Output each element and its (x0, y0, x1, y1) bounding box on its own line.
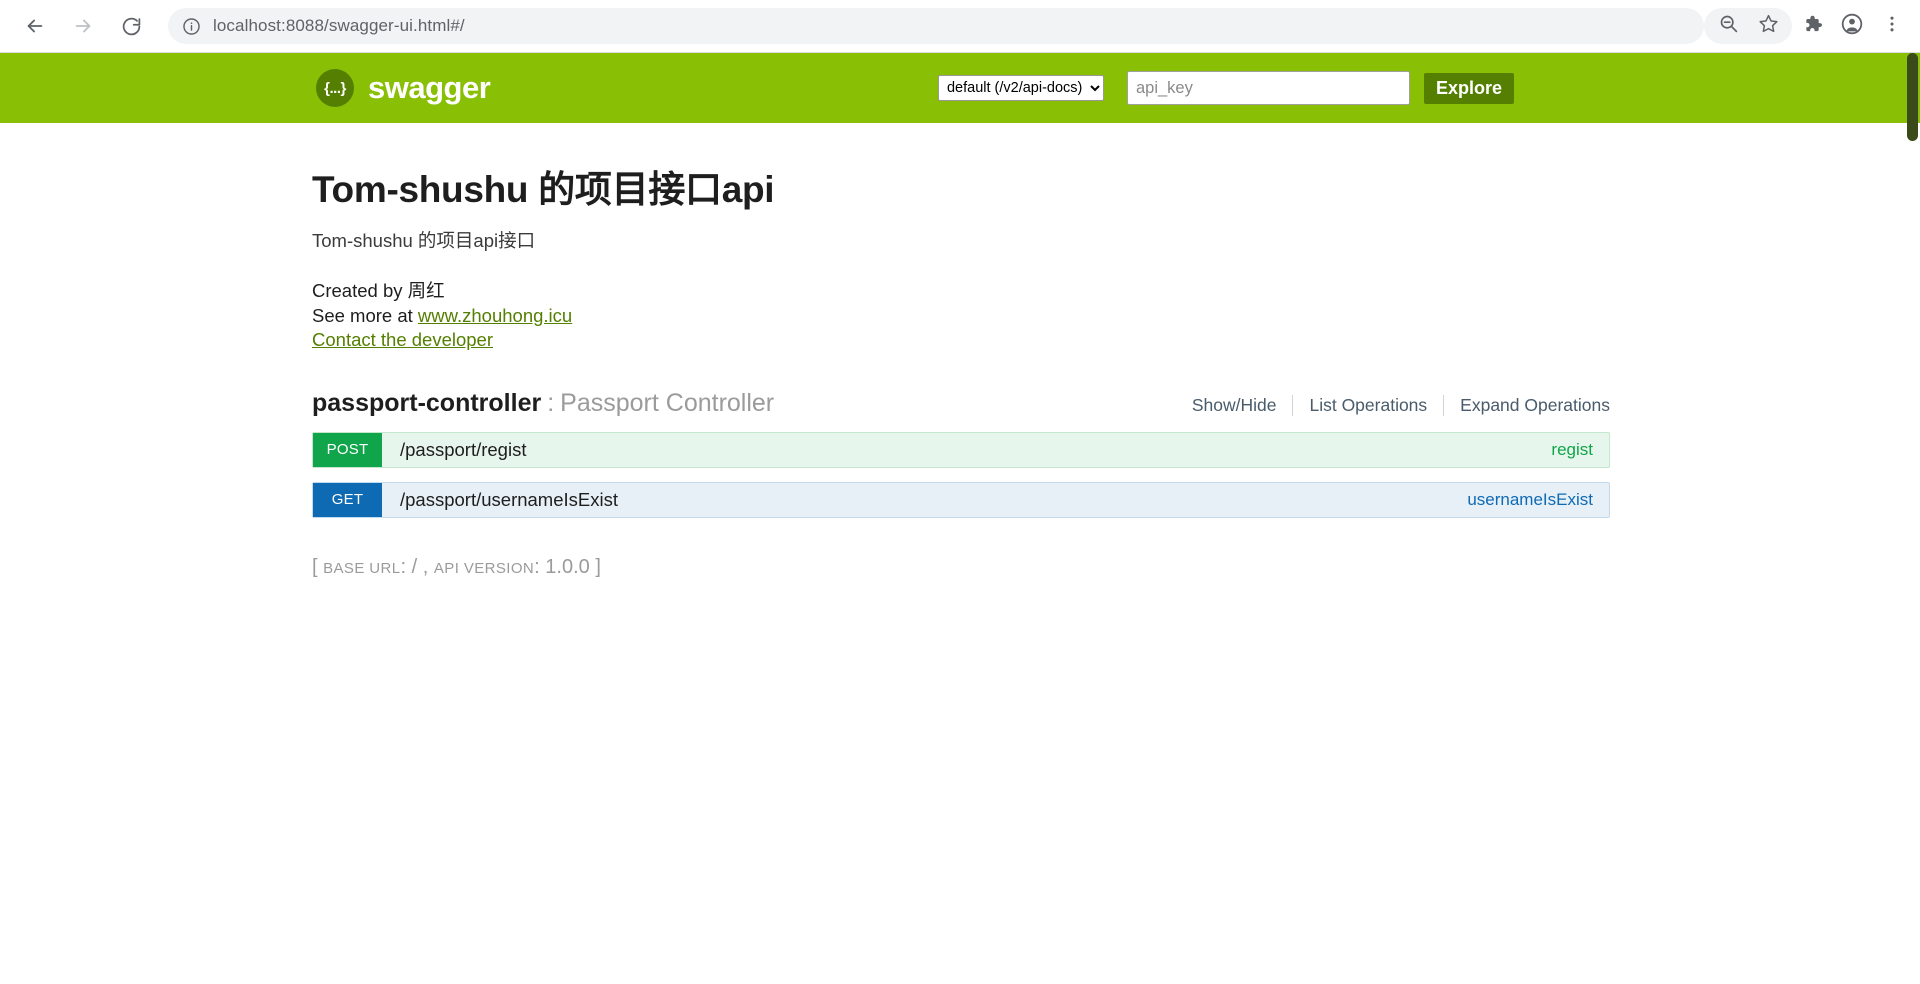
api-key-input[interactable] (1126, 71, 1410, 105)
api-version-value: 1.0.0 (545, 555, 590, 578)
resource-description: Passport Controller (560, 388, 775, 417)
back-button[interactable] (16, 7, 54, 45)
see-more-line: See more at www.zhouhong.icu (312, 304, 1610, 329)
info-circle-icon[interactable] (182, 17, 201, 36)
see-more-link[interactable]: www.zhouhong.icu (418, 305, 572, 326)
footer-open-bracket: [ (312, 555, 318, 578)
page-scrollbar[interactable] (1903, 53, 1920, 984)
operation-path[interactable]: /passport/usernameIsExist (400, 489, 618, 511)
forward-button[interactable] (64, 7, 102, 45)
zoom-out-button[interactable] (1708, 6, 1748, 46)
resource-separator: : (547, 388, 555, 417)
footer-comma: , (422, 555, 429, 578)
base-url-footer: [ BASE URL: / , API VERSION: 1.0.0 ] (312, 556, 1610, 579)
operation-body[interactable]: /passport/regist regist (382, 433, 1609, 467)
operation-body[interactable]: /passport/usernameIsExist usernameIsExis… (382, 483, 1609, 517)
operation-summary[interactable]: regist (1551, 440, 1593, 460)
footer-close-bracket: ] (595, 555, 601, 578)
swagger-brace-icon: {...} (316, 69, 354, 107)
url-text: localhost:8088/swagger-ui.html#/ (213, 16, 465, 35)
operation-row[interactable]: GET /passport/usernameIsExist usernameIs… (312, 481, 1610, 518)
arrow-left-icon (24, 15, 46, 37)
spec-select[interactable]: default (/v2/api-docs) (937, 75, 1104, 101)
resource-header: passport-controller : Passport Controlle… (312, 389, 1610, 418)
created-by-line: Created by 周红 (312, 279, 1610, 304)
list-operations-link[interactable]: List Operations (1292, 394, 1443, 416)
resource-options: Show/Hide List Operations Expand Operati… (1176, 394, 1610, 416)
contact-line: Contact the developer (312, 328, 1610, 353)
extensions-button[interactable] (1792, 6, 1832, 46)
resource-name[interactable]: passport-controller (312, 389, 541, 418)
operations-list: POST /passport/regist regist GET /passpo… (312, 431, 1610, 518)
address-bar[interactable]: localhost:8088/swagger-ui.html#/ (168, 8, 1704, 44)
zoom-out-icon (1718, 13, 1739, 39)
base-url-label: BASE URL (323, 559, 401, 577)
browser-window: localhost:8088/swagger-ui.html#/ {...} s… (0, 0, 1920, 579)
api-version-label: API VERSION (433, 559, 535, 577)
explore-button[interactable]: Explore (1423, 72, 1514, 104)
swagger-logo[interactable]: {...} swagger (316, 69, 491, 107)
operation-method-badge: POST (313, 432, 382, 467)
browser-toolbar: localhost:8088/swagger-ui.html#/ (0, 0, 1920, 53)
profile-button[interactable] (1832, 6, 1872, 46)
created-by-name: 周红 (407, 280, 445, 301)
operation-row[interactable]: POST /passport/regist regist (312, 431, 1610, 468)
base-url-value: / (411, 555, 418, 578)
page-description: Tom-shushu 的项目api接口 (312, 230, 536, 251)
account-circle-icon (1840, 12, 1864, 41)
star-icon (1758, 13, 1779, 39)
operation-path[interactable]: /passport/regist (400, 439, 526, 461)
operation-summary[interactable]: usernameIsExist (1467, 490, 1593, 510)
see-more-label: See more at (312, 304, 418, 326)
swagger-topbar: {...} swagger default (/v2/api-docs) Exp… (0, 53, 1920, 123)
swagger-wordmark: swagger (368, 70, 491, 105)
operation-method-badge: GET (313, 482, 382, 517)
browser-actions (1704, 6, 1920, 46)
contact-developer-link[interactable]: Contact the developer (312, 329, 493, 350)
base-url-colon: : (400, 555, 407, 578)
arrow-right-icon (72, 15, 94, 37)
spec-explore-form: default (/v2/api-docs) Explore (937, 71, 1514, 105)
expand-operations-link[interactable]: Expand Operations (1443, 394, 1610, 416)
api-meta-block: Created by 周红 See more at www.zhouhong.i… (312, 279, 1610, 353)
page-title: Tom-shushu 的项目接口api (312, 169, 775, 210)
scrollbar-thumb[interactable] (1907, 53, 1918, 141)
puzzle-piece-icon (1801, 13, 1823, 40)
omnibox-action-group (1704, 8, 1792, 44)
show-hide-link[interactable]: Show/Hide (1176, 395, 1293, 416)
three-dot-menu-icon (1882, 14, 1902, 39)
chrome-menu-button[interactable] (1872, 6, 1912, 46)
bookmark-button[interactable] (1748, 6, 1788, 46)
swagger-content: Tom-shushu 的项目接口api Tom-shushu 的项目api接口 … (0, 123, 1920, 579)
created-by-label: Created by (312, 280, 408, 301)
api-version-colon: : (534, 555, 540, 578)
reload-icon (121, 16, 142, 37)
reload-button[interactable] (112, 7, 150, 45)
